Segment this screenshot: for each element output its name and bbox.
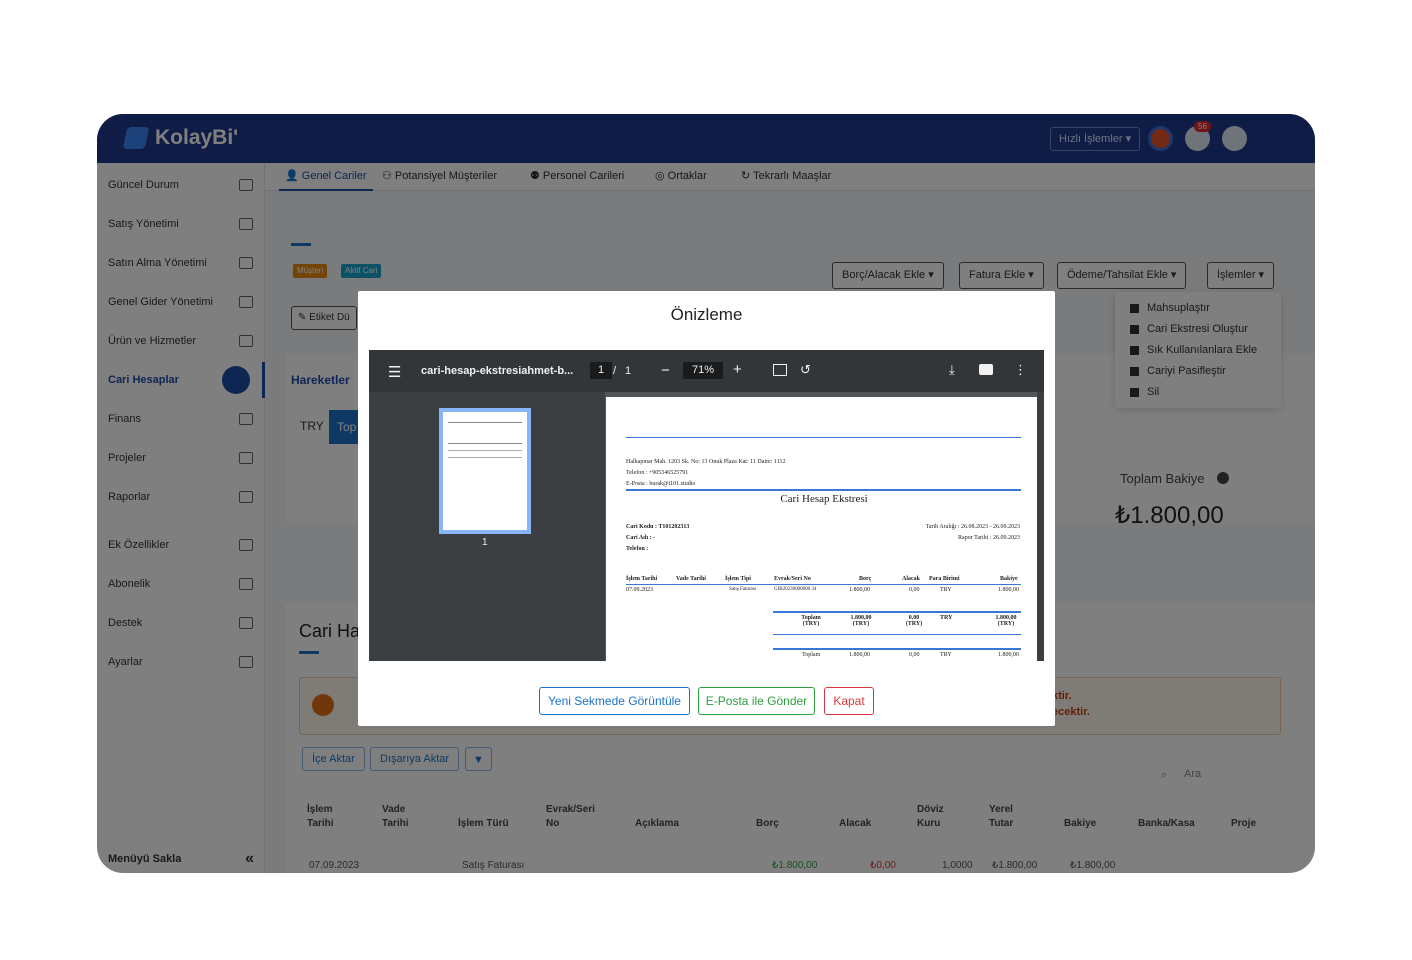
page-separator: / — [613, 365, 617, 377]
doc-th: Vade Tarihi — [676, 576, 706, 582]
doc-title: Cari Hesap Ekstresi — [780, 493, 868, 505]
send-email-button[interactable]: E-Posta ile Gönder — [698, 687, 815, 715]
page-input[interactable]: 1 — [590, 362, 612, 379]
doc-rapor-tarihi: Rapor Tarihi : 26.09.2023 — [958, 535, 1020, 541]
doc-total-alacak: 0,00 (TRY) — [905, 615, 923, 627]
doc-total-label: Toplam (TRY) — [801, 615, 821, 627]
zoom-input[interactable]: 71% — [683, 362, 723, 379]
doc-tarih-araligi: Tarih Aralığı : 26.08.2023 - 26.09.2023 — [925, 524, 1020, 530]
doc-th: Para Birimi — [929, 576, 960, 582]
doc-th: Alacak — [902, 576, 920, 582]
doc-td: Satış Faturası — [729, 587, 757, 592]
pdf-viewer: ☰ cari-hesap-ekstresiahmet-b... 1 / 1 − … — [369, 350, 1044, 661]
download-icon[interactable]: ⤓ — [949, 362, 955, 378]
doc-rule-title — [626, 489, 1021, 491]
doc-th: İşlem Tarihi — [626, 576, 658, 582]
doc-total2-currency: TRY — [940, 652, 952, 658]
doc-telefon: Telefon : — [626, 546, 649, 552]
doc-total2-label: Toplam — [802, 652, 821, 658]
menu-icon[interactable]: ☰ — [388, 363, 401, 381]
print-icon[interactable] — [979, 364, 993, 375]
doc-email: E-Posta : burak@t101.studio — [626, 481, 696, 487]
doc-th: Evrak/Seri No — [774, 576, 811, 582]
doc-total2-borc: 1.800,00 — [849, 652, 870, 658]
thumbnail-page-number: 1 — [482, 537, 488, 548]
thumbnail-pane: 1 — [369, 392, 605, 661]
fit-page-icon[interactable] — [773, 364, 787, 376]
doc-th: Borç — [859, 576, 872, 582]
doc-cari-adi: Cari Adı : ‑ — [626, 535, 656, 541]
doc-td: GIB20230000000 34 — [774, 587, 817, 592]
preview-modal: Önizleme ☰ cari-hesap-ekstresiahmet-b...… — [358, 291, 1055, 726]
doc-total2-alacak: 0,00 — [909, 652, 920, 658]
total-pages: 1 — [625, 365, 632, 377]
doc-th: Bakiye — [1000, 576, 1018, 582]
doc-td: 1.800,00 — [998, 587, 1019, 593]
doc-total-bakiye: 1.800,00 (TRY) — [995, 615, 1017, 627]
zoom-in-icon[interactable]: + — [733, 361, 742, 378]
doc-cari-kodu: Cari Kodu : T101202313 — [626, 524, 690, 530]
more-options-icon[interactable]: ⋮ — [1014, 362, 1027, 378]
modal-title: Önizleme — [670, 305, 743, 324]
doc-total-borc: 1.800,00 (TRY) — [850, 615, 872, 627]
rotate-icon[interactable]: ↺ — [800, 362, 811, 378]
close-button[interactable]: Kapat — [824, 687, 874, 715]
pdf-filename: cari-hesap-ekstresiahmet-b... — [421, 365, 574, 377]
zoom-out-icon[interactable]: − — [661, 362, 670, 379]
page-thumbnail[interactable] — [439, 408, 531, 534]
pdf-toolbar: ☰ cari-hesap-ekstresiahmet-b... 1 / 1 − … — [369, 350, 1044, 392]
pdf-page: Halkapınar Mah. 1203 Sk. No: 13 Onuk Pla… — [606, 397, 1042, 661]
doc-td: 1.800,00 — [849, 587, 870, 593]
open-new-tab-button[interactable]: Yeni Sekmede Görüntüle — [539, 687, 690, 715]
doc-td: 0,00 — [909, 587, 920, 593]
doc-td: TRY — [940, 587, 952, 593]
doc-total-currency: TRY — [940, 615, 953, 621]
doc-phone: Telefon : +905346525791 — [626, 470, 689, 476]
doc-th: İşlem Tipi — [725, 576, 751, 582]
doc-address: Halkapınar Mah. 1203 Sk. No: 13 Onuk Pla… — [626, 459, 786, 465]
doc-td: 07.09.2023 — [626, 587, 653, 593]
doc-total2-bakiye: 1.800,00 — [998, 652, 1019, 658]
doc-rule-top — [626, 437, 1021, 438]
pdf-scrollbar[interactable] — [1037, 392, 1044, 661]
